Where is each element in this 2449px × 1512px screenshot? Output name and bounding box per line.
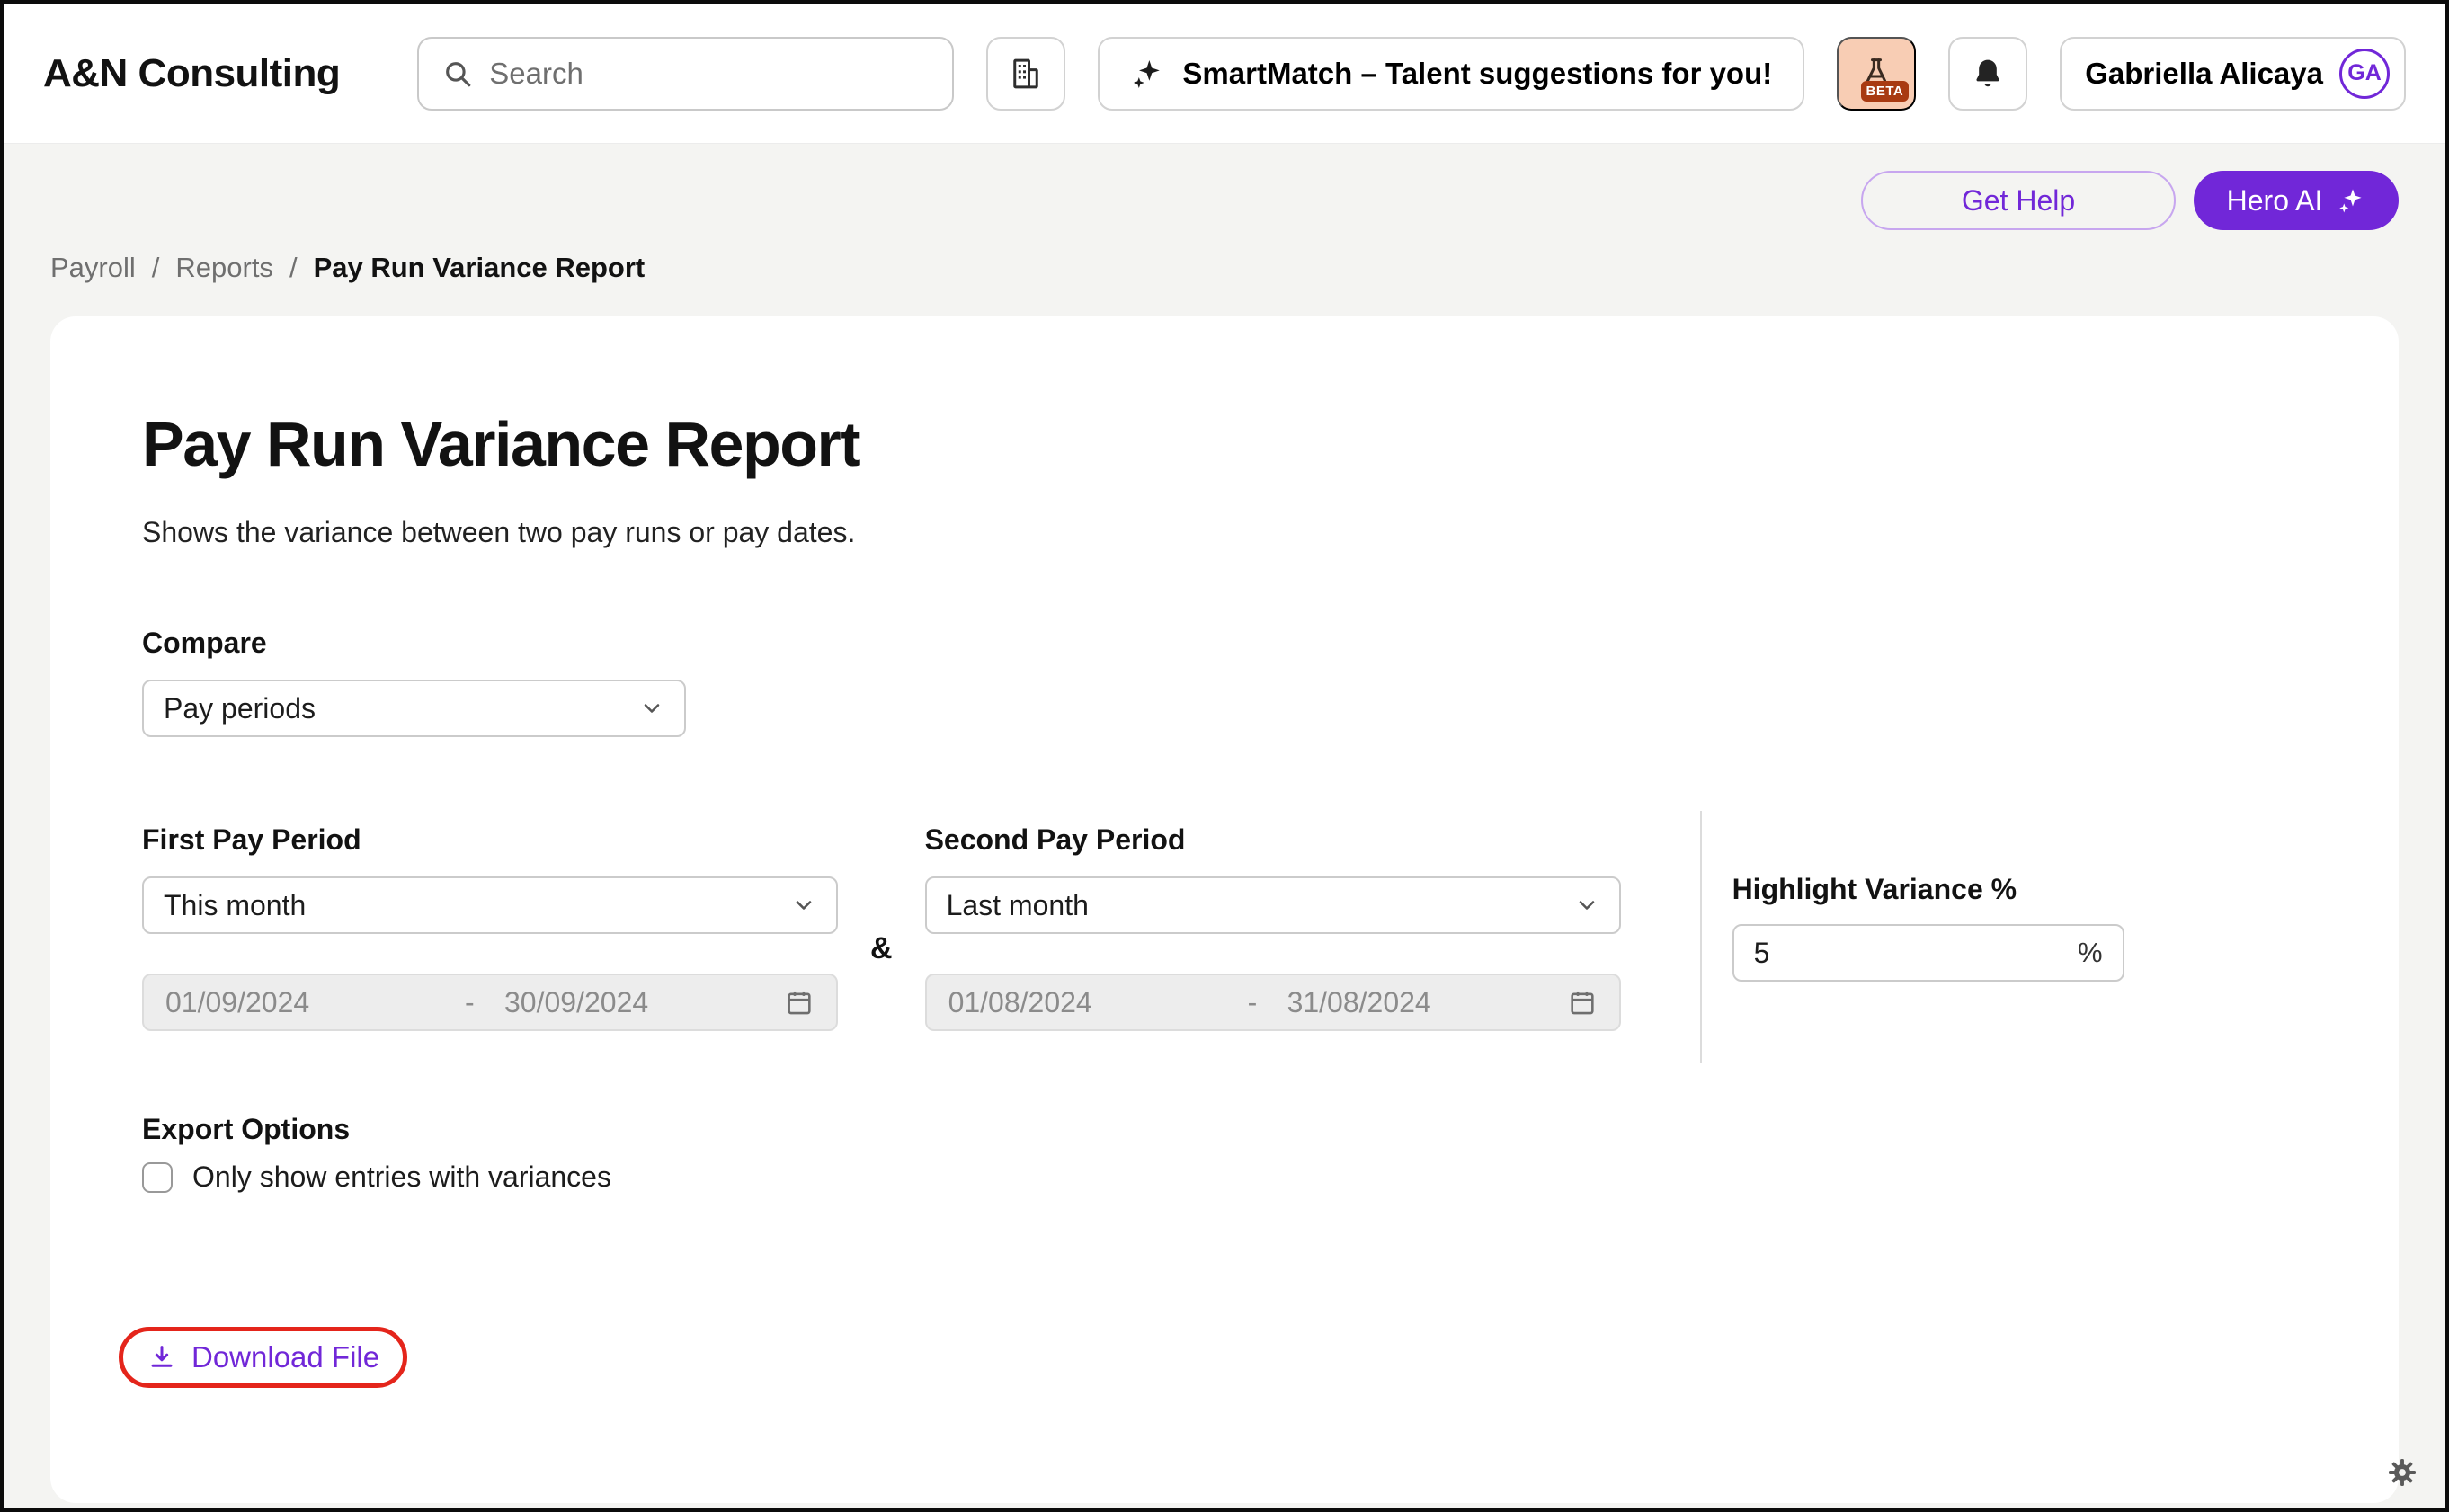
get-help-button[interactable]: Get Help (1861, 171, 2176, 230)
labs-beta-button[interactable]: BETA (1837, 37, 1916, 111)
pay-periods-section: First Pay Period This month 01/09/2024 -… (142, 823, 2345, 1063)
ampersand-joiner: & (870, 823, 893, 966)
bell-icon (1971, 57, 2005, 91)
search-box[interactable] (417, 37, 954, 111)
second-period-start-date: 01/08/2024 (948, 986, 1248, 1019)
only-variances-checkbox-label: Only show entries with variances (192, 1161, 611, 1194)
top-bar: A&N Consulting (4, 4, 2445, 144)
first-pay-period-value: This month (164, 889, 306, 922)
annotation-highlight-ring: Download File (119, 1327, 407, 1388)
second-pay-period-label: Second Pay Period (925, 823, 1621, 857)
breadcrumb-payroll[interactable]: Payroll (50, 252, 136, 284)
first-pay-period-label: First Pay Period (142, 823, 838, 857)
first-pay-period-select[interactable]: This month (142, 876, 838, 934)
first-period-start-date: 01/09/2024 (165, 986, 465, 1019)
second-pay-period-select[interactable]: Last month (925, 876, 1621, 934)
compare-label: Compare (142, 627, 2345, 660)
app-screen: A&N Consulting (0, 0, 2449, 1512)
settings-gear-button[interactable] (2386, 1456, 2418, 1489)
user-menu[interactable]: Gabriella Alicaya GA (2060, 37, 2406, 111)
page-actions: Get Help Hero AI (4, 144, 2445, 230)
calendar-icon (1567, 987, 1598, 1018)
search-icon (442, 58, 473, 89)
first-period-end-date: 30/09/2024 (504, 986, 648, 1019)
page-description: Shows the variance between two pay runs … (142, 516, 2345, 549)
compare-select[interactable]: Pay periods (142, 680, 686, 737)
highlight-variance-label: Highlight Variance % (1732, 873, 2124, 906)
first-pay-period-date-range: 01/09/2024 - 30/09/2024 (142, 974, 838, 1031)
gear-icon (2386, 1456, 2418, 1489)
chevron-down-icon (1574, 893, 1599, 918)
hero-ai-button[interactable]: Hero AI (2194, 171, 2399, 230)
breadcrumb: Payroll / Reports / Pay Run Variance Rep… (4, 230, 2445, 284)
highlight-variance-column: Highlight Variance % % (1732, 823, 2124, 982)
chevron-down-icon (791, 893, 816, 918)
breadcrumb-current-page: Pay Run Variance Report (314, 252, 646, 284)
export-options-label: Export Options (142, 1113, 2345, 1146)
second-pay-period-column: Second Pay Period Last month 01/08/2024 … (925, 823, 1621, 1031)
sparkle-icon (1130, 57, 1164, 91)
download-section: Download File (142, 1327, 407, 1388)
export-options-section: Export Options Only show entries with va… (142, 1113, 2345, 1194)
user-name: Gabriella Alicaya (2085, 57, 2323, 91)
breadcrumb-separator: / (152, 252, 160, 284)
sparkle-icon (2337, 186, 2365, 215)
building-icon (1007, 55, 1045, 93)
download-icon (147, 1342, 177, 1373)
compare-select-value: Pay periods (164, 692, 316, 725)
hero-ai-label: Hero AI (2227, 184, 2323, 218)
breadcrumb-reports[interactable]: Reports (175, 252, 273, 284)
organisation-switcher-button[interactable] (986, 37, 1065, 111)
only-variances-checkbox[interactable] (142, 1162, 173, 1193)
smartmatch-label: SmartMatch – Talent suggestions for you! (1182, 57, 1772, 91)
second-pay-period-date-range: 01/08/2024 - 31/08/2024 (925, 974, 1621, 1031)
chevron-down-icon (639, 696, 664, 721)
vertical-divider (1700, 811, 1702, 1063)
highlight-variance-field: % (1732, 924, 2124, 982)
date-range-dash: - (1248, 986, 1287, 1019)
second-period-end-date: 31/08/2024 (1287, 986, 1431, 1019)
highlight-variance-input[interactable] (1754, 937, 2078, 970)
avatar: GA (2339, 49, 2390, 99)
percent-suffix: % (2078, 937, 2103, 969)
brand-logo: A&N Consulting (43, 51, 340, 96)
second-pay-period-value: Last month (947, 889, 1089, 922)
date-range-dash: - (465, 986, 504, 1019)
search-input[interactable] (489, 57, 929, 91)
variances-checkbox-row: Only show entries with variances (142, 1161, 2345, 1194)
download-file-label: Download File (191, 1340, 379, 1374)
download-file-button[interactable]: Download File (147, 1340, 379, 1374)
report-card: Pay Run Variance Report Shows the varian… (50, 316, 2399, 1503)
breadcrumb-separator: / (289, 252, 298, 284)
smartmatch-button[interactable]: SmartMatch – Talent suggestions for you! (1098, 37, 1804, 111)
beta-badge: BETA (1861, 81, 1910, 102)
first-pay-period-column: First Pay Period This month 01/09/2024 -… (142, 823, 838, 1031)
page-title: Pay Run Variance Report (142, 316, 2345, 480)
compare-section: Compare Pay periods (142, 627, 2345, 737)
calendar-icon (784, 987, 815, 1018)
notifications-button[interactable] (1948, 37, 2027, 111)
